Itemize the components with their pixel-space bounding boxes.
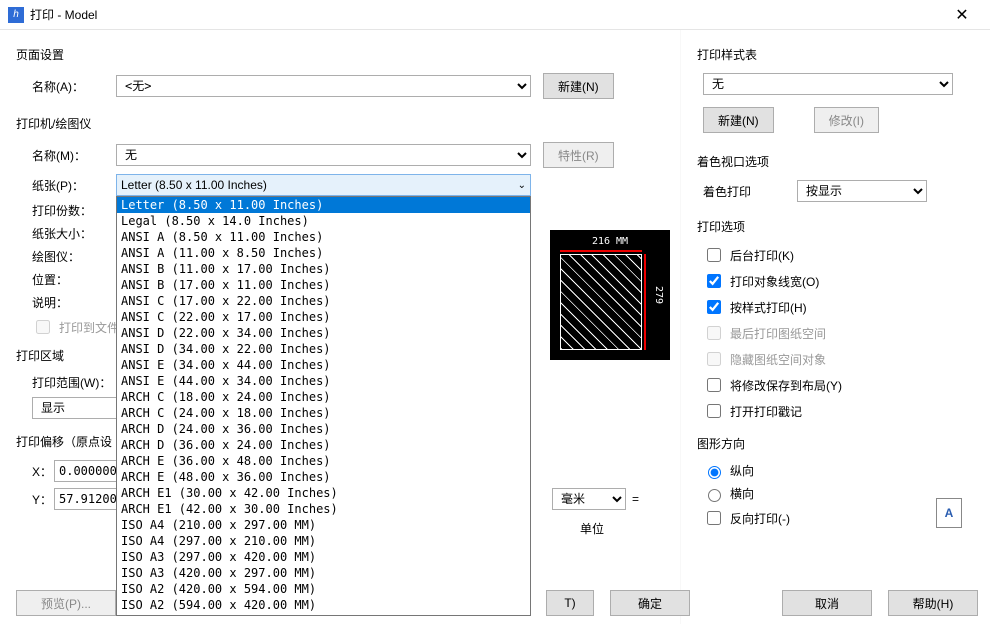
location-label: 位置： <box>16 271 116 288</box>
style-modify-button: 修改(I) <box>814 107 879 133</box>
paper-option[interactable]: ARCH E1 (30.00 x 42.00 Inches) <box>117 485 530 501</box>
orientation-icon: A <box>936 498 962 528</box>
opt-stamp-checkbox[interactable] <box>707 404 721 418</box>
scale-eq: = <box>632 492 639 506</box>
scale-unit-select[interactable]: 毫米 <box>552 488 626 510</box>
paper-option[interactable]: ANSI B (11.00 x 17.00 Inches) <box>117 261 530 277</box>
paper-size-label: 纸张大小： <box>16 225 116 242</box>
style-new-button[interactable]: 新建(N) <box>703 107 774 133</box>
paper-option[interactable]: ANSI B (17.00 x 11.00 Inches) <box>117 277 530 293</box>
paper-select[interactable]: Letter (8.50 x 11.00 Inches) ⌄ <box>116 174 531 196</box>
paper-selected-value: Letter (8.50 x 11.00 Inches) <box>121 178 267 192</box>
preview-height-label: 279 <box>653 286 664 304</box>
plot-options-heading: 打印选项 <box>697 218 974 235</box>
orient-portrait-label: 纵向 <box>730 462 754 479</box>
paper-option[interactable]: ANSI D (34.00 x 22.00 Inches) <box>117 341 530 357</box>
apply-layout-button[interactable]: T) <box>546 590 594 616</box>
orient-portrait-radio[interactable] <box>708 466 721 479</box>
preview-hatch-icon <box>560 254 642 350</box>
cancel-button[interactable]: 取消 <box>782 590 872 616</box>
title-bar: h 打印 - Model ✕ <box>0 0 990 30</box>
plot-range-label: 打印范围(W)： <box>16 374 131 391</box>
opt-save-label: 将修改保存到布局(Y) <box>730 377 842 394</box>
copies-label: 打印份数： <box>16 202 116 219</box>
page-setup-heading: 页面设置 <box>16 46 664 63</box>
paper-option[interactable]: ISO A2 (420.00 x 594.00 MM) <box>117 581 530 597</box>
opt-hide-checkbox <box>707 352 721 366</box>
preview-margin-top-icon <box>560 250 642 252</box>
paper-option[interactable]: ISO A4 (210.00 x 297.00 MM) <box>117 517 530 533</box>
paper-option[interactable]: Legal (8.50 x 14.0 Inches) <box>117 213 530 229</box>
desc-label: 说明： <box>16 294 116 311</box>
orient-landscape-label: 横向 <box>730 485 754 502</box>
orient-reverse-label: 反向打印(-) <box>730 510 790 527</box>
page-setup-name-select[interactable]: <无> <box>116 75 531 97</box>
paper-option[interactable]: ARCH E (48.00 x 36.00 Inches) <box>117 469 530 485</box>
page-setup-new-button[interactable]: 新建(N) <box>543 73 614 99</box>
paper-option[interactable]: ARCH C (18.00 x 24.00 Inches) <box>117 389 530 405</box>
offset-y-label: Y： <box>32 491 54 508</box>
printer-properties-button: 特性(R) <box>543 142 614 168</box>
paper-option[interactable]: ANSI A (8.50 x 11.00 Inches) <box>117 229 530 245</box>
printer-name-select[interactable]: 无 <box>116 144 531 166</box>
orient-landscape-radio[interactable] <box>708 489 721 502</box>
paper-option[interactable]: ISO A4 (297.00 x 210.00 MM) <box>117 533 530 549</box>
paper-preview: 216 MM 279 <box>550 230 670 360</box>
paper-option[interactable]: ARCH E (36.00 x 48.00 Inches) <box>117 453 530 469</box>
shade-plot-select[interactable]: 按显示 <box>797 180 927 202</box>
paper-option[interactable]: ANSI E (44.00 x 34.00 Inches) <box>117 373 530 389</box>
opt-last-checkbox <box>707 326 721 340</box>
opt-lineweight-checkbox[interactable] <box>707 274 721 288</box>
opt-stamp-label: 打开打印戳记 <box>730 403 802 420</box>
preview-margin-right-icon <box>644 254 646 350</box>
paper-option[interactable]: ARCH C (24.00 x 18.00 Inches) <box>117 405 530 421</box>
opt-lineweight-label: 打印对象线宽(O) <box>730 273 819 290</box>
paper-option[interactable]: ISO A3 (420.00 x 297.00 MM) <box>117 565 530 581</box>
paper-option[interactable]: ISO A2 (594.00 x 420.00 MM) <box>117 597 530 613</box>
paper-option[interactable]: ISO A3 (297.00 x 420.00 MM) <box>117 549 530 565</box>
preview-width-label: 216 MM <box>592 236 628 247</box>
paper-option[interactable]: ARCH D (36.00 x 24.00 Inches) <box>117 437 530 453</box>
opt-styles-label: 按样式打印(H) <box>730 299 807 316</box>
opt-hide-label: 隐藏图纸空间对象 <box>730 351 826 368</box>
plot-to-file-label: 打印到文件 <box>59 319 119 336</box>
opt-background-label: 后台打印(K) <box>730 247 794 264</box>
paper-label: 纸张(P)： <box>16 177 116 194</box>
plotter-label: 绘图仪： <box>16 248 116 265</box>
paper-option[interactable]: ANSI C (17.00 x 22.00 Inches) <box>117 293 530 309</box>
paper-option[interactable]: ARCH D (24.00 x 36.00 Inches) <box>117 421 530 437</box>
preview-button: 预览(P)... <box>16 590 116 616</box>
app-icon: h <box>8 7 24 23</box>
paper-dropdown-list[interactable]: Letter (8.50 x 11.00 Inches)Legal (8.50 … <box>116 196 531 616</box>
opt-background-checkbox[interactable] <box>707 248 721 262</box>
close-icon[interactable]: ✕ <box>942 5 982 25</box>
offset-x-label: X： <box>32 463 54 480</box>
paper-option[interactable]: ANSI A (11.00 x 8.50 Inches) <box>117 245 530 261</box>
opt-save-checkbox[interactable] <box>707 378 721 392</box>
window-title: 打印 - Model <box>30 6 942 23</box>
orient-reverse-checkbox[interactable] <box>707 511 721 525</box>
style-table-select[interactable]: 无 <box>703 73 953 95</box>
paper-option[interactable]: ARCH E1 (42.00 x 30.00 Inches) <box>117 501 530 517</box>
orientation-heading: 图形方向 <box>697 435 974 452</box>
opt-styles-checkbox[interactable] <box>707 300 721 314</box>
paper-option[interactable]: ANSI E (34.00 x 44.00 Inches) <box>117 357 530 373</box>
help-button[interactable]: 帮助(H) <box>888 590 978 616</box>
paper-option[interactable]: ISO A1 (594.00 x 841.00 MM) <box>117 613 530 616</box>
printer-name-label: 名称(M)： <box>16 147 116 164</box>
paper-option[interactable]: ANSI C (22.00 x 17.00 Inches) <box>117 309 530 325</box>
shade-plot-label: 着色打印 <box>697 183 797 200</box>
page-setup-name-label: 名称(A)： <box>16 78 116 95</box>
paper-option[interactable]: Letter (8.50 x 11.00 Inches) <box>117 197 530 213</box>
plot-to-file-checkbox <box>36 320 50 334</box>
style-table-heading: 打印样式表 <box>697 46 974 63</box>
opt-last-label: 最后打印图纸空间 <box>730 325 826 342</box>
printer-heading: 打印机/绘图仪 <box>16 115 664 132</box>
shade-vp-heading: 着色视口选项 <box>697 153 974 170</box>
ok-button[interactable]: 确定 <box>610 590 690 616</box>
chevron-down-icon: ⌄ <box>518 180 526 191</box>
scale-unit-label: 单位 <box>580 520 604 537</box>
paper-option[interactable]: ANSI D (22.00 x 34.00 Inches) <box>117 325 530 341</box>
